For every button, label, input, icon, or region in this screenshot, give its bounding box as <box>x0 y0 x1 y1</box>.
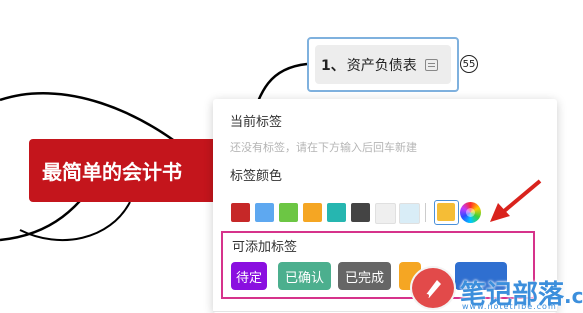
pointer-arrow <box>490 179 542 222</box>
watermark-logo-icon <box>410 266 456 310</box>
mindmap-canvas[interactable]: 最简单的会计书 1、 资产负债表 55 当前标签 还没有标签，请在下方输入后回车… <box>0 0 583 313</box>
watermark-subtext: www.notetribe.com <box>462 302 557 311</box>
